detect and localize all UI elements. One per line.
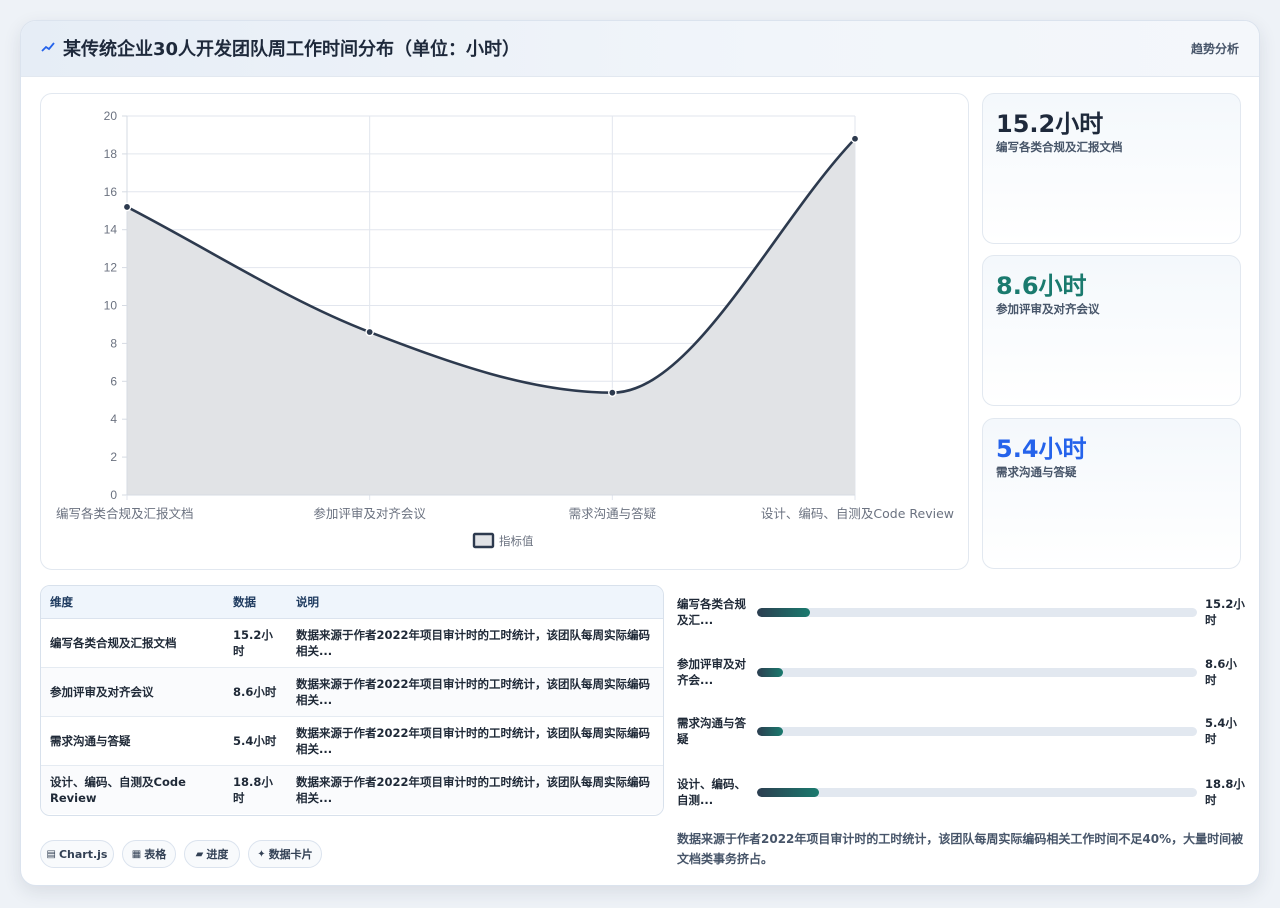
trend-icon	[41, 42, 55, 52]
cell-dimension: 需求沟通与答疑	[41, 716, 224, 766]
cell-description: 数据来源于作者2022年项目审计时的工时统计，该团队每周实际编码相关...	[287, 716, 663, 766]
y-tick-label: 8	[110, 336, 117, 350]
table-header-row: 维度 数据 说明	[41, 586, 663, 619]
stat-card-docs: 15.2小时 编写各类合规及汇报文档	[982, 93, 1241, 244]
y-tick-label: 4	[110, 412, 117, 426]
column-header-data: 数据	[224, 586, 287, 619]
data-point	[122, 202, 132, 212]
data-point	[608, 388, 617, 397]
x-tick-label: 需求沟通与答疑	[569, 506, 657, 521]
dashboard-card: 某传统企业30人开发团队周工作时间分布（单位：小时） 趋势分析 0 2 4 6 8 10 1…	[20, 20, 1260, 886]
y-tick-label: 2	[110, 450, 117, 464]
chip-progress[interactable]: ▰ 进度	[184, 840, 240, 868]
progress-track	[757, 727, 1197, 736]
column-header-dimension: 维度	[41, 586, 224, 619]
progress-row: 编写各类合规及汇... 15.2小时	[677, 596, 1247, 630]
progress-track	[757, 668, 1197, 677]
chip-table[interactable]: ▦ 表格	[122, 840, 176, 868]
table-row: 参加评审及对齐会议 8.6小时 数据来源于作者2022年项目审计时的工时统计，该…	[41, 667, 663, 717]
area-chart: 0 2 4 6 8 10 12 14 16 18 20 编写各类合规及汇报文档 参加评审及对齐会议 需求沟…	[56, 109, 954, 549]
progress-value: 18.8小时	[1205, 777, 1245, 807]
progress-label: 需求沟通与答疑	[677, 716, 746, 746]
cell-data: 15.2小时	[224, 618, 287, 668]
cell-dimension: 编写各类合规及汇报文档	[41, 618, 224, 668]
chip-label: Chart.js	[58, 847, 108, 861]
stat-value: 15.2小时	[996, 110, 1104, 138]
table-icon: ▦	[131, 848, 142, 860]
legend-label: 指标值	[499, 534, 534, 548]
header-bar: 某传统企业30人开发团队周工作时间分布（单位：小时） 趋势分析	[21, 21, 1259, 77]
progress-label: 编写各类合规及汇...	[677, 597, 746, 627]
chip-label: 表格	[144, 848, 167, 861]
stat-label: 编写各类合规及汇报文档	[996, 140, 1123, 154]
progress-track	[757, 788, 1197, 797]
page-title: 某传统企业30人开发团队周工作时间分布（单位：小时）	[63, 39, 521, 60]
cell-data: 5.4小时	[224, 716, 287, 766]
data-table: 维度 数据 说明 编写各类合规及汇报文档 15.2小时 数据来源于作者2022年…	[40, 585, 664, 816]
progress-value: 8.6小时	[1205, 657, 1237, 687]
chip-chartjs[interactable]: ▤ Chart.js	[40, 840, 114, 868]
progress-fill	[757, 668, 784, 677]
cell-description: 数据来源于作者2022年项目审计时的工时统计，该团队每周实际编码相关...	[296, 774, 651, 805]
progress-row: 参加评审及对齐会... 8.6小时	[677, 656, 1247, 690]
y-tick-label: 20	[104, 109, 118, 123]
table-row: 编写各类合规及汇报文档 15.2小时 数据来源于作者2022年项目审计时的工时统…	[41, 618, 663, 668]
chip-label: 数据卡片	[268, 848, 313, 861]
column-header-description: 说明	[287, 586, 663, 619]
progress-track	[757, 608, 1197, 617]
progress-icon: ▰	[195, 848, 204, 860]
table-row: 需求沟通与答疑 5.4小时 数据来源于作者2022年项目审计时的工时统计，该团队…	[41, 716, 663, 766]
y-tick-label: 16	[104, 185, 118, 199]
data-point	[365, 327, 374, 337]
y-tick-label: 6	[110, 374, 117, 388]
progress-fill	[757, 788, 819, 797]
table-row: 设计、编码、自测及Code Review 18.8小时 数据来源于作者2022年…	[41, 765, 663, 814]
progress-fill	[757, 727, 784, 736]
progress-value: 15.2小时	[1205, 597, 1245, 627]
chart-icon: ▤	[46, 848, 56, 860]
cell-description: 数据来源于作者2022年项目审计时的工时统计，该团队每周实际编码相关...	[287, 618, 663, 668]
y-tick-label: 0	[110, 488, 117, 502]
progress-row: 需求沟通与答疑 5.4小时	[677, 715, 1247, 749]
stat-value: 5.4小时	[996, 435, 1087, 463]
cell-description: 数据来源于作者2022年项目审计时的工时统计，该团队每周实际编码相关...	[287, 667, 663, 717]
stat-card-meetings: 8.6小时 参加评审及对齐会议	[982, 255, 1241, 406]
cell-dimension: 设计、编码、自测及Code Review	[50, 774, 186, 805]
progress-value: 5.4小时	[1205, 716, 1237, 746]
cell-data: 8.6小时	[224, 667, 287, 717]
stat-label: 参加评审及对齐会议	[996, 302, 1100, 316]
stat-label: 需求沟通与答疑	[996, 465, 1077, 479]
x-tick-label: 设计、编码、自测及Code Review	[761, 506, 954, 521]
footnote: 数据来源于作者2022年项目审计时的工时统计，该团队每周实际编码相关工作时间不足…	[677, 832, 1244, 866]
y-tick-label: 12	[104, 261, 118, 275]
stat-card-communication: 5.4小时 需求沟通与答疑	[982, 418, 1241, 569]
sparkle-icon: ✦	[257, 848, 266, 860]
progress-label: 设计、编码、自测...	[677, 777, 746, 807]
chart-panel: 0 2 4 6 8 10 12 14 16 18 20 编写各类合规及汇报文档 参加评审及对齐会议 需求沟…	[40, 93, 969, 570]
cell-dimension: 参加评审及对齐会议	[41, 667, 224, 717]
trend-analysis-button[interactable]: 趋势分析	[1191, 40, 1239, 57]
x-tick-label: 参加评审及对齐会议	[313, 506, 426, 521]
y-tick-label: 14	[104, 223, 118, 237]
cell-data: 18.8小时	[233, 774, 273, 805]
chip-data-card[interactable]: ✦ 数据卡片	[248, 840, 322, 868]
progress-fill	[757, 608, 810, 617]
stat-value: 8.6小时	[996, 272, 1087, 300]
chip-label: 进度	[206, 848, 229, 861]
y-tick-label: 18	[104, 147, 118, 161]
x-tick-label: 编写各类合规及汇报文档	[56, 506, 194, 521]
y-tick-label: 10	[104, 299, 118, 313]
data-point	[850, 134, 860, 144]
progress-row: 设计、编码、自测... 18.8小时	[677, 776, 1247, 810]
legend-swatch	[472, 532, 495, 549]
progress-label: 参加评审及对齐会...	[677, 657, 746, 687]
